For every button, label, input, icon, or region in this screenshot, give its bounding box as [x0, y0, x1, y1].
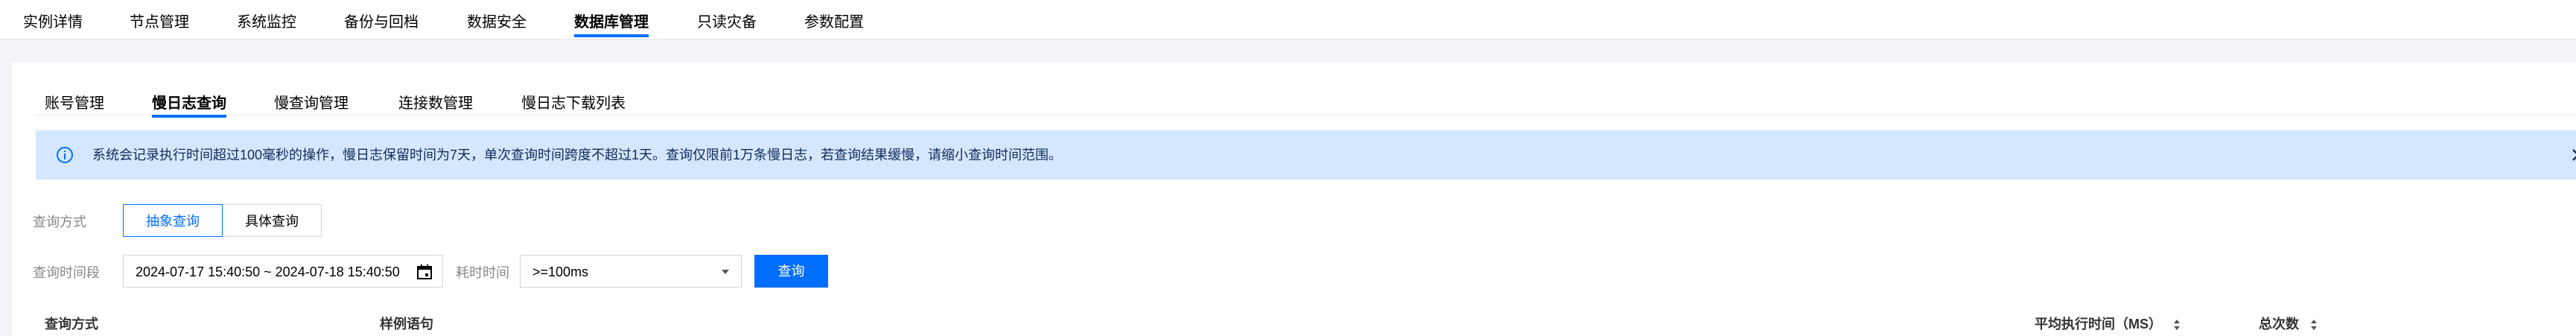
sort-icon[interactable]	[2309, 318, 2318, 332]
tab-parameter-config[interactable]: 参数配置	[804, 0, 864, 39]
tab-data-security[interactable]: 数据安全	[467, 0, 527, 39]
subtab-slow-log-download-list[interactable]: 慢日志下载列表	[521, 91, 626, 112]
query-mode-label: 查询方式	[33, 215, 86, 229]
subtab-connection-management[interactable]: 连接数管理	[398, 91, 473, 112]
subtab-slow-log-query[interactable]: 慢日志查询	[152, 91, 226, 118]
active-subtab-indicator	[152, 115, 226, 118]
notice-text: 系统会记录执行时间超过100毫秒的操作，慢日志保留时间为7天，单次查询时间跨度不…	[92, 148, 1063, 162]
sub-tab-bar: 账号管理 慢日志查询 慢查询管理 连接数管理 慢日志下载列表	[12, 63, 2576, 118]
info-icon	[57, 147, 73, 163]
active-tab-indicator	[574, 34, 649, 37]
duration-select[interactable]: >=100ms	[520, 255, 742, 288]
column-header-avg-exec-time[interactable]: 平均执行时间（MS）	[2035, 314, 2181, 333]
date-range-picker[interactable]: 2024-07-17 15:40:50 ~ 2024-07-18 15:40:5…	[123, 255, 443, 288]
tab-database-management[interactable]: 数据库管理	[574, 0, 649, 39]
date-range-value: 2024-07-17 15:40:50 ~ 2024-07-18 15:40:5…	[136, 264, 400, 279]
subtab-account-management[interactable]: 账号管理	[45, 91, 104, 112]
top-tab-bar: 实例详情 节点管理 系统监控 备份与回档 数据安全 数据库管理 只读灾备 参数配…	[0, 0, 2576, 39]
duration-label: 耗时时间	[456, 265, 509, 280]
subtab-slow-log-query-label: 慢日志查询	[152, 95, 226, 112]
tab-system-monitoring[interactable]: 系统监控	[237, 0, 296, 39]
mode-specific-button[interactable]: 具体查询	[222, 204, 322, 237]
column-header-sample-statement: 样例语句	[380, 317, 433, 332]
avg-exec-time-label: 平均执行时间（MS）	[2035, 317, 2162, 332]
calendar-icon	[417, 264, 432, 279]
notice-banner: 系统会记录执行时间超过100毫秒的操作，慢日志保留时间为7天，单次查询时间跨度不…	[36, 130, 2576, 180]
tab-database-management-label: 数据库管理	[574, 14, 649, 31]
tab-node-management[interactable]: 节点管理	[130, 0, 189, 39]
subtab-slow-query-management[interactable]: 慢查询管理	[274, 91, 349, 112]
column-header-total-count[interactable]: 总次数	[2259, 314, 2318, 333]
query-button[interactable]: 查询	[754, 255, 828, 288]
close-icon[interactable]	[2569, 146, 2576, 164]
mode-abstract-button[interactable]: 抽象查询	[123, 204, 223, 237]
total-count-label: 总次数	[2259, 317, 2299, 332]
sort-icon[interactable]	[2172, 318, 2181, 332]
tab-backup-rollback[interactable]: 备份与回档	[344, 0, 419, 39]
tab-instance-details[interactable]: 实例详情	[23, 0, 83, 39]
chevron-down-icon	[722, 270, 729, 274]
duration-value: >=100ms	[532, 264, 589, 279]
tab-readonly-disaster-recovery[interactable]: 只读灾备	[697, 0, 757, 39]
time-range-label: 查询时间段	[33, 265, 100, 280]
column-header-query-mode: 查询方式	[45, 317, 98, 332]
